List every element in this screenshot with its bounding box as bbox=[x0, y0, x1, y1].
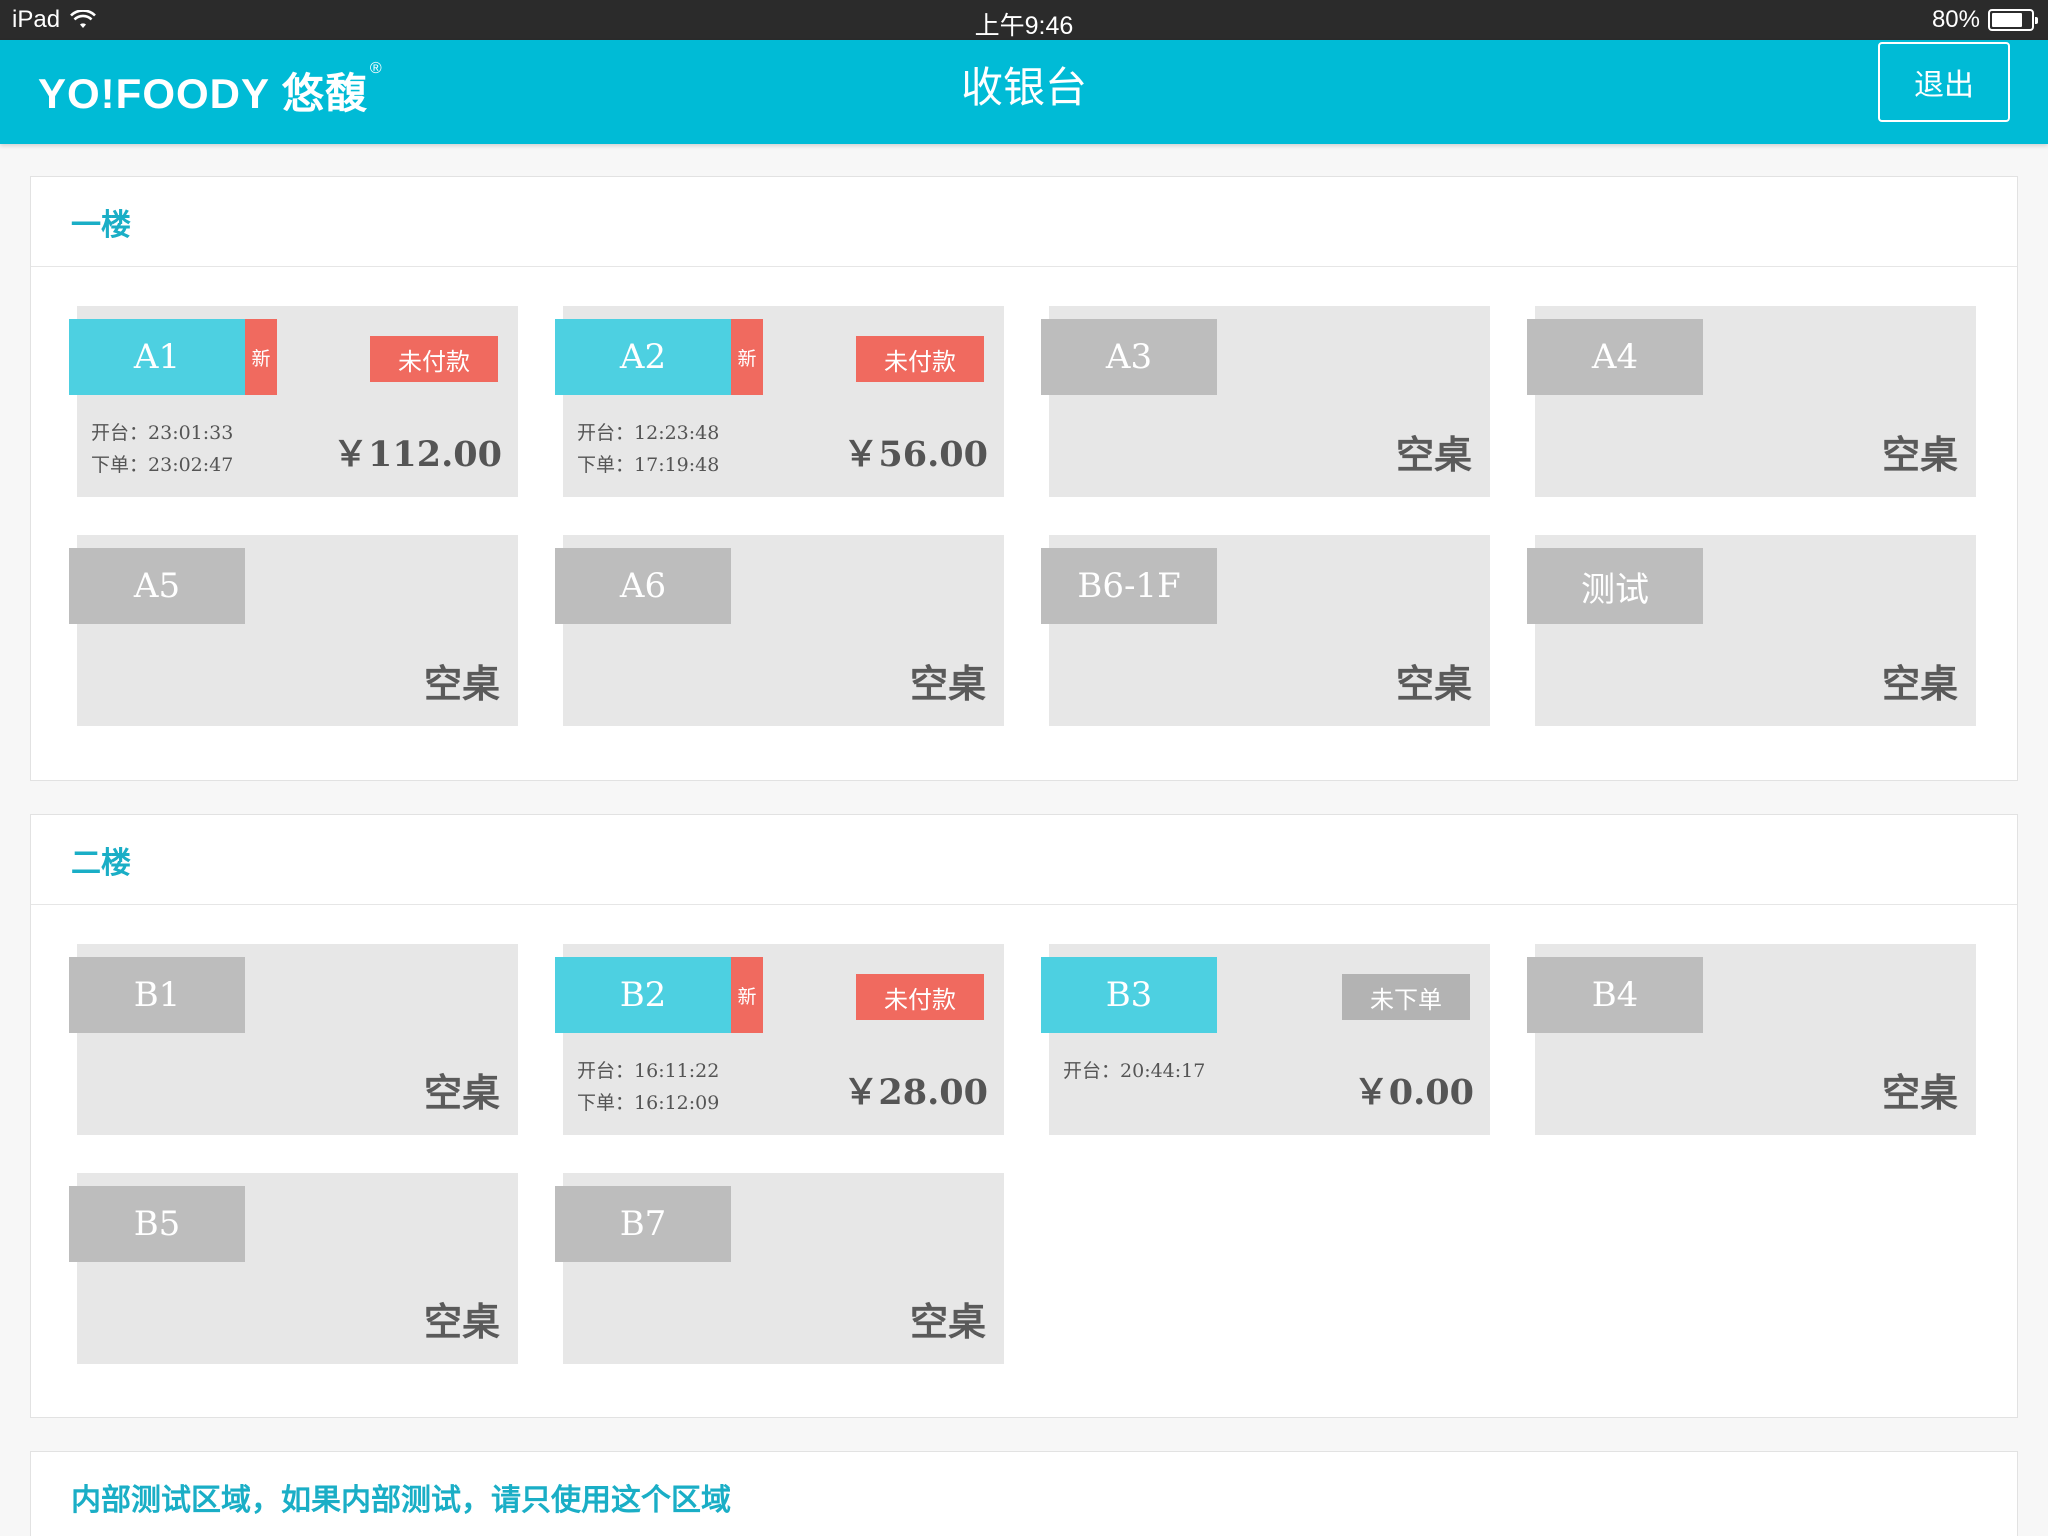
table-name: B7 bbox=[555, 1186, 731, 1262]
section-title: 一楼 bbox=[71, 207, 131, 243]
table-card[interactable]: A2 新 未付款 开台：12:23:48 下单：17:19:48 ￥56.00 bbox=[555, 306, 1004, 497]
empty-label: 空桌 bbox=[423, 662, 500, 706]
table-card[interactable]: B7 空桌 bbox=[555, 1173, 1004, 1364]
table-name: A6 bbox=[555, 548, 731, 624]
status-badge: 未付款 bbox=[856, 336, 984, 382]
table-name: A2 bbox=[555, 319, 731, 395]
section-header: 二楼 bbox=[31, 815, 2017, 905]
table-card[interactable]: B2 新 未付款 开台：16:11:22 下单：16:12:09 ￥28.00 bbox=[555, 944, 1004, 1135]
table-name: 测试 bbox=[1527, 548, 1703, 624]
section-title: 内部测试区域，如果内部测试，请只使用这个区域 bbox=[71, 1483, 731, 1518]
table-name: B2 bbox=[555, 957, 731, 1033]
empty-label: 空桌 bbox=[1395, 433, 1472, 477]
table-card[interactable]: A4 空桌 bbox=[1527, 306, 1976, 497]
open-label: 开台： bbox=[91, 422, 149, 444]
open-time: 12:23:48 bbox=[634, 422, 720, 444]
order-time: 16:12:09 bbox=[634, 1092, 720, 1114]
empty-label: 空桌 bbox=[909, 1300, 986, 1344]
section-title: 二楼 bbox=[71, 845, 131, 881]
empty-label: 空桌 bbox=[909, 662, 986, 706]
empty-label: 空桌 bbox=[1881, 1071, 1958, 1115]
table-card[interactable]: B1 空桌 bbox=[69, 944, 518, 1135]
new-badge: 新 bbox=[731, 319, 763, 395]
empty-label: 空桌 bbox=[1395, 662, 1472, 706]
table-name: A3 bbox=[1041, 319, 1217, 395]
open-time: 23:01:33 bbox=[148, 422, 234, 444]
battery-percent: 80% bbox=[1931, 6, 1980, 33]
table-name: A5 bbox=[69, 548, 245, 624]
table-card[interactable]: B6-1F 空桌 bbox=[1041, 535, 1490, 726]
order-time: 23:02:47 bbox=[148, 454, 234, 476]
open-label: 开台： bbox=[1063, 1060, 1121, 1082]
order-label: 下单： bbox=[577, 454, 635, 476]
table-times: 开台：16:11:22 下单：16:12:09 bbox=[577, 1055, 719, 1119]
section-header: 内部测试区域，如果内部测试，请只使用这个区域 bbox=[31, 1452, 2017, 1536]
new-badge: 新 bbox=[245, 319, 277, 395]
status-badge: 未付款 bbox=[370, 336, 498, 382]
open-label: 开台： bbox=[577, 1060, 635, 1082]
section-floor-2: 二楼 B1 空桌 B2 新 未付款 开台：16:11:22 下单：16:12:0… bbox=[30, 814, 2018, 1418]
empty-label: 空桌 bbox=[1881, 433, 1958, 477]
status-bar: iPad 上午9:46 80% bbox=[0, 0, 2048, 40]
open-time: 20:44:17 bbox=[1120, 1060, 1206, 1082]
table-name: A1 bbox=[69, 319, 245, 395]
status-badge: 未下单 bbox=[1342, 974, 1470, 1020]
table-card[interactable]: B4 空桌 bbox=[1527, 944, 1976, 1135]
status-right: 80% bbox=[1931, 6, 2038, 34]
table-card[interactable]: A1 新 未付款 开台：23:01:33 下单：23:02:47 ￥112.00 bbox=[69, 306, 518, 497]
table-name: B4 bbox=[1527, 957, 1703, 1033]
table-amount: ￥0.00 bbox=[1353, 1072, 1474, 1113]
open-time: 16:11:22 bbox=[634, 1060, 720, 1082]
empty-label: 空桌 bbox=[1881, 662, 1958, 706]
table-card[interactable]: A6 空桌 bbox=[555, 535, 1004, 726]
open-label: 开台： bbox=[577, 422, 635, 444]
empty-label: 空桌 bbox=[423, 1300, 500, 1344]
section-internal-test: 内部测试区域，如果内部测试，请只使用这个区域 bbox=[30, 1451, 2018, 1536]
table-card[interactable]: A3 空桌 bbox=[1041, 306, 1490, 497]
table-times: 开台：23:01:33 下单：23:02:47 bbox=[91, 417, 233, 481]
order-label: 下单： bbox=[91, 454, 149, 476]
table-name: A4 bbox=[1527, 319, 1703, 395]
new-badge: 新 bbox=[731, 957, 763, 1033]
table-times: 开台：20:44:17 bbox=[1063, 1055, 1205, 1087]
table-name: B1 bbox=[69, 957, 245, 1033]
order-label: 下单： bbox=[577, 1092, 635, 1114]
clock: 上午9:46 bbox=[974, 12, 1074, 40]
logout-button[interactable]: 退出 bbox=[1878, 42, 2010, 122]
app-header: YO!FOODY 悠馥 ® 收银台 退出 bbox=[0, 40, 2048, 144]
table-name: B3 bbox=[1041, 957, 1217, 1033]
section-floor-1: 一楼 A1 新 未付款 开台：23:01:33 下单：23:02:47 ￥112… bbox=[30, 176, 2018, 781]
table-times: 开台：12:23:48 下单：17:19:48 bbox=[577, 417, 719, 481]
status-badge: 未付款 bbox=[856, 974, 984, 1020]
table-card[interactable]: B3 未下单 开台：20:44:17 ￥0.00 bbox=[1041, 944, 1490, 1135]
table-amount: ￥112.00 bbox=[333, 434, 502, 475]
section-header: 一楼 bbox=[31, 177, 2017, 267]
table-name: B6-1F bbox=[1041, 548, 1217, 624]
table-card[interactable]: B5 空桌 bbox=[69, 1173, 518, 1364]
table-card[interactable]: A5 空桌 bbox=[69, 535, 518, 726]
page-title: 收银台 bbox=[960, 63, 1087, 112]
table-name: B5 bbox=[69, 1186, 245, 1262]
empty-label: 空桌 bbox=[423, 1071, 500, 1115]
table-amount: ￥28.00 bbox=[843, 1072, 988, 1113]
battery-icon bbox=[1988, 9, 2038, 31]
table-amount: ￥56.00 bbox=[843, 434, 988, 475]
table-card[interactable]: 测试 空桌 bbox=[1527, 535, 1976, 726]
order-time: 17:19:48 bbox=[634, 454, 720, 476]
